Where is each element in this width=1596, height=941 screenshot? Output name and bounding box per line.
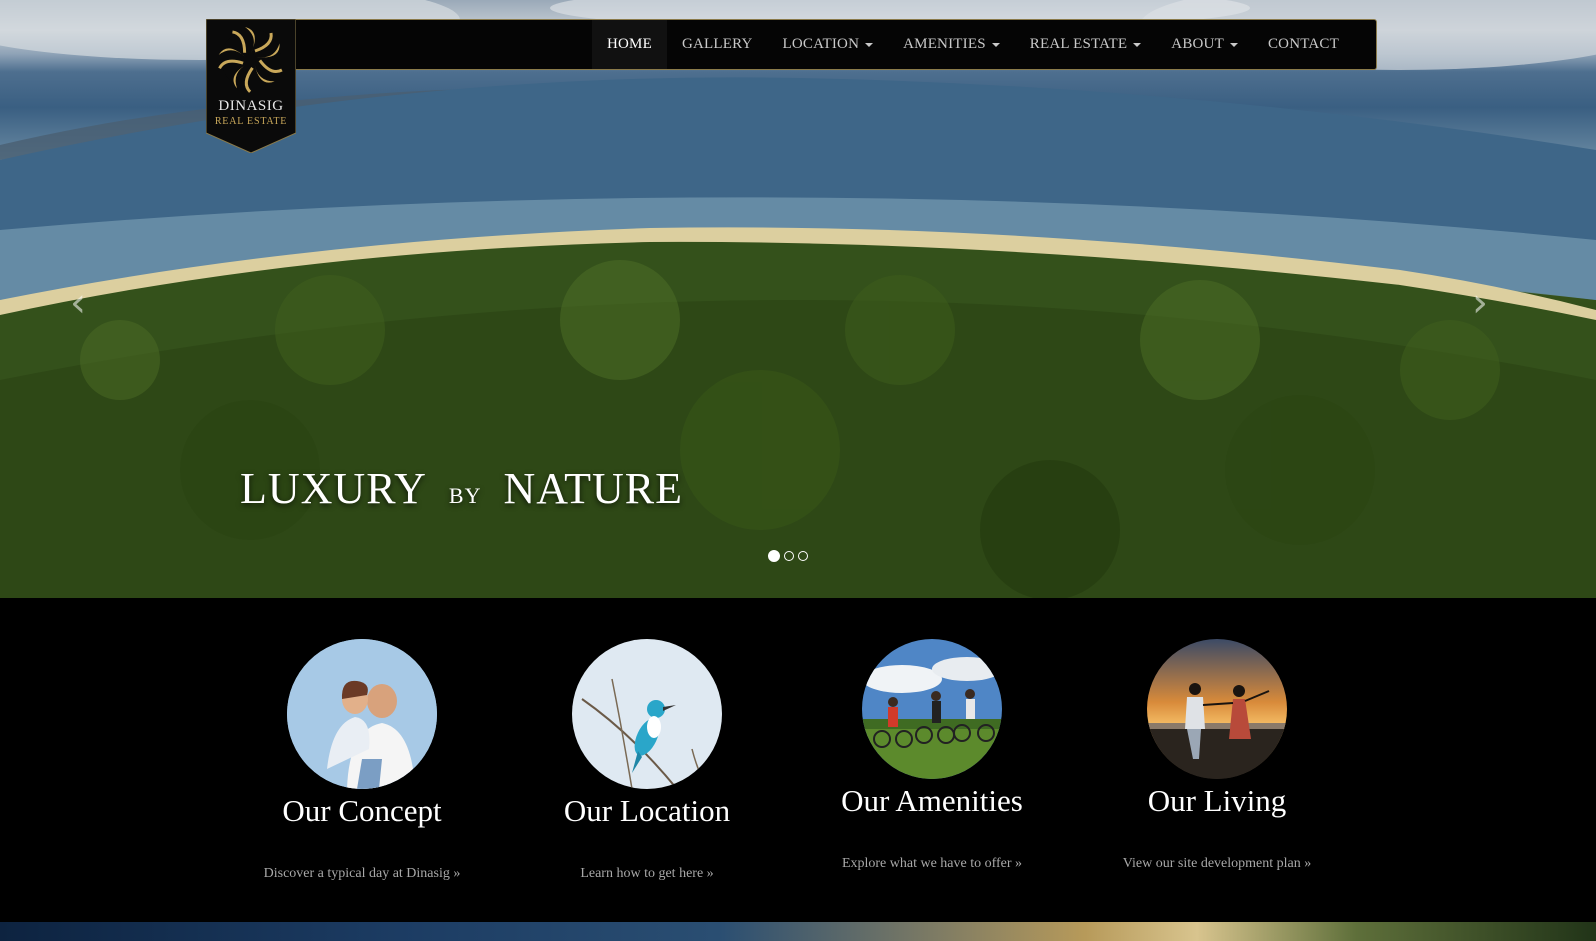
nav-item-home[interactable]: HOME [591,20,667,69]
feature-location: Our Location Learn how to get here » [507,598,787,898]
feature-link-concept[interactable]: Discover a typical day at Dinasig » [222,866,502,882]
nav-item-real-estate[interactable]: REAL ESTATE [1015,20,1157,69]
couple-portrait-icon [287,639,437,789]
caret-down-icon [1133,42,1142,47]
carousel-indicator-3[interactable] [798,551,808,561]
caret-down-icon [991,42,1000,47]
next-section-image-strip [0,922,1596,941]
cyclists-field-icon [862,639,1002,779]
feature-image-concept[interactable] [287,639,437,789]
carousel-next-icon[interactable]: › [1472,283,1488,323]
brand-logo[interactable]: DINASIG REAL ESTATE [206,19,296,153]
nav-label-real-estate: REAL ESTATE [1029,36,1128,52]
feature-link-living[interactable]: View our site development plan » [1077,856,1357,872]
carousel-prev-icon[interactable]: ‹ [70,283,86,323]
carousel-indicators [768,550,808,562]
nav-label-home: HOME [606,36,652,52]
hero-caption-word2: NATURE [503,464,684,513]
hero-caption-word1: LUXURY [240,464,427,513]
feature-title-location: Our Location [563,793,731,828]
caret-down-icon [865,42,874,47]
nav-label-location: LOCATION [782,36,860,52]
feature-link-amenities[interactable]: Explore what we have to offer » [792,856,1072,872]
feature-living: Our Living View our site development pla… [1077,598,1357,898]
nav-item-location[interactable]: LOCATION [768,20,889,69]
carousel-indicator-1[interactable] [768,550,780,562]
nav-label-about: ABOUT [1171,36,1224,52]
feature-concept: Our Concept Discover a typical day at Di… [222,598,502,898]
feature-image-living[interactable] [1147,639,1287,779]
nav-item-about[interactable]: ABOUT [1156,20,1253,69]
hero-caption: LUXURY BY NATURE [240,463,683,514]
couple-sunset-icon [1147,639,1287,779]
nav-label-amenities: AMENITIES [903,36,986,52]
nav-item-amenities[interactable]: AMENITIES [888,20,1015,69]
brand-name: DINASIG [218,98,284,114]
top-navbar: HOME GALLERY LOCATION AMENITIES REAL EST… [206,19,1377,70]
feature-title-living: Our Living [1147,783,1287,818]
hero-caption-by: BY [448,483,482,508]
feature-image-amenities[interactable] [862,639,1002,779]
feature-amenities: Our Amenities Explore what we have to of… [792,598,1072,898]
feature-image-location[interactable] [572,639,722,789]
feature-title-amenities: Our Amenities [841,783,1023,818]
nav-menu: HOME GALLERY LOCATION AMENITIES REAL EST… [591,20,1354,69]
nav-item-gallery[interactable]: GALLERY [667,20,768,69]
carousel-indicator-2[interactable] [784,551,794,561]
kingfisher-bird-icon [572,639,722,789]
features-section: Our Concept Discover a typical day at Di… [0,598,1596,922]
nav-item-contact[interactable]: CONTACT [1253,20,1354,69]
pinwheel-logo-icon [206,19,296,153]
nav-label-contact: CONTACT [1267,36,1339,52]
feature-link-location[interactable]: Learn how to get here » [507,866,787,882]
caret-down-icon [1229,42,1238,47]
nav-label-gallery: GALLERY [681,36,753,52]
feature-title-concept: Our Concept [282,793,442,828]
brand-subtitle: REAL ESTATE [214,116,288,127]
